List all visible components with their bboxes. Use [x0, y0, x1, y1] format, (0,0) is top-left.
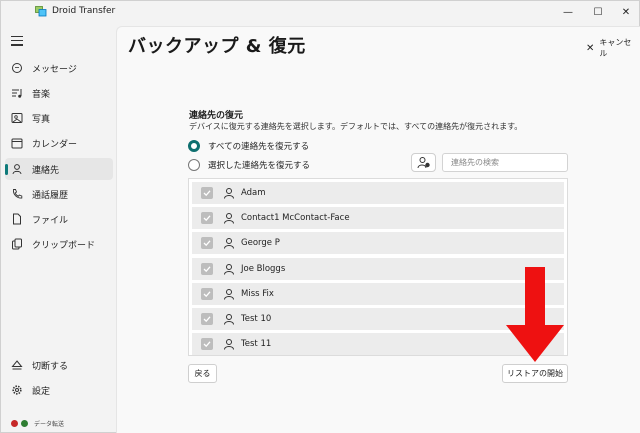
sidebar-item-call-log[interactable]: 通話履歴 [5, 183, 113, 205]
window-title: Droid Transfer [52, 6, 116, 16]
page-title: バックアップ & 復元 [128, 36, 306, 57]
person-icon [224, 313, 234, 325]
checkbox-checked-icon[interactable] [201, 237, 213, 250]
sidebar-item-label: クリップボード [32, 240, 96, 251]
sidebar-item-label: 写真 [32, 114, 51, 125]
checkbox-checked-icon[interactable] [201, 187, 213, 199]
sidebar-item-calendar[interactable]: カレンダー [5, 132, 113, 154]
person-icon [224, 263, 234, 275]
gear-icon [12, 385, 22, 395]
hamburger-menu-icon[interactable] [11, 36, 23, 46]
music-icon [12, 89, 22, 98]
message-icon [12, 63, 22, 73]
person-icon [224, 238, 234, 250]
section-description: デバイスに復元する連絡先を選択します。デフォルトでは、すべての連絡先が復元されま… [189, 122, 523, 131]
sidebar-item-files[interactable]: ファイル [5, 208, 113, 230]
cancel-label: キャンセル [599, 38, 632, 58]
person-icon [224, 213, 234, 224]
sidebar-item-music[interactable]: 音楽 [5, 82, 113, 104]
radio-selected-icon[interactable] [188, 140, 200, 152]
contacts-icon [12, 164, 22, 175]
sidebar-item-label: 連絡先 [32, 165, 60, 176]
contact-name: Test 10 [241, 313, 272, 324]
checkbox-checked-icon[interactable] [201, 338, 213, 351]
contact-row[interactable]: George P [192, 232, 564, 255]
radio-unselected-icon[interactable] [188, 159, 200, 171]
app-logo-icon [35, 6, 47, 17]
checkbox-checked-icon[interactable] [201, 312, 213, 325]
sidebar-item-label: カレンダー [32, 139, 78, 150]
calendar-icon [11, 138, 23, 149]
sidebar-item-label: ファイル [32, 215, 69, 226]
back-button[interactable]: 戻る [188, 364, 217, 383]
sidebar-item-settings[interactable]: 設定 [5, 379, 113, 401]
checkbox-checked-icon[interactable] [201, 287, 213, 300]
contact-row[interactable]: Contact1 McContact-Face [192, 207, 564, 230]
close-button[interactable]: ✕ [609, 1, 640, 23]
contact-name: Miss Fix [241, 288, 274, 299]
status-label: データ転送 [34, 421, 65, 428]
person-icon [224, 288, 234, 300]
section-title: 連絡先の復元 [189, 111, 244, 121]
radio-label: 選択した連絡先を復元する [208, 161, 311, 171]
sidebar-item-clipboard[interactable]: クリップボード [5, 233, 113, 255]
sidebar-item-label: メッセージ [32, 64, 77, 75]
red-arrow-annotation-icon [506, 267, 564, 362]
status-dot-red-icon [11, 420, 18, 427]
sidebar-item-photos[interactable]: 写真 [5, 107, 113, 129]
radio-label: すべての連絡先を復元する [208, 142, 310, 152]
contact-filter-button[interactable] [411, 153, 436, 172]
sidebar-item-messages[interactable]: メッセージ [5, 57, 113, 79]
checkbox-checked-icon[interactable] [201, 262, 213, 275]
contact-name: Adam [241, 188, 266, 198]
sidebar-item-disconnect[interactable]: 切断する [5, 354, 113, 376]
phone-icon [13, 189, 23, 199]
sidebar-item-contacts[interactable]: 連絡先 [5, 158, 113, 180]
contact-name: George P [241, 238, 280, 249]
cancel-button[interactable]: ✕ キャンセル [586, 37, 639, 59]
eject-icon [11, 360, 23, 370]
sidebar-item-label: 音楽 [32, 89, 51, 100]
contact-name: Joe Bloggs [241, 263, 286, 274]
app-window: Droid Transfer — ☐ ✕ メッセージ 音楽 写真 カレンダー 連… [0, 0, 640, 433]
contact-name: Test 11 [241, 339, 272, 350]
status-dot-green-icon [21, 420, 28, 427]
contact-settings-icon [417, 157, 430, 169]
start-restore-button[interactable]: リストアの開始 [502, 364, 568, 383]
sidebar-item-label: 設定 [32, 386, 51, 397]
photo-icon [11, 113, 23, 123]
contact-name: Contact1 McContact-Face [241, 213, 350, 224]
sidebar-item-label: 通話履歴 [32, 190, 69, 201]
radio-restore-all[interactable]: すべての連絡先を復元する [188, 140, 309, 152]
close-icon: ✕ [586, 42, 595, 54]
radio-restore-selected[interactable]: 選択した連絡先を復元する [188, 159, 310, 171]
contact-row[interactable]: Adam [192, 182, 564, 204]
title-bar: Droid Transfer — ☐ ✕ [1, 1, 640, 23]
connection-status: データ転送 [11, 419, 64, 428]
person-icon [224, 188, 234, 199]
sidebar-item-label: 切断する [32, 361, 69, 372]
minimize-button[interactable]: — [551, 1, 585, 23]
person-icon [224, 339, 234, 350]
checkbox-checked-icon[interactable] [201, 212, 213, 225]
clipboard-icon [12, 238, 22, 250]
file-icon [13, 213, 21, 225]
contact-search-input[interactable] [442, 153, 568, 172]
